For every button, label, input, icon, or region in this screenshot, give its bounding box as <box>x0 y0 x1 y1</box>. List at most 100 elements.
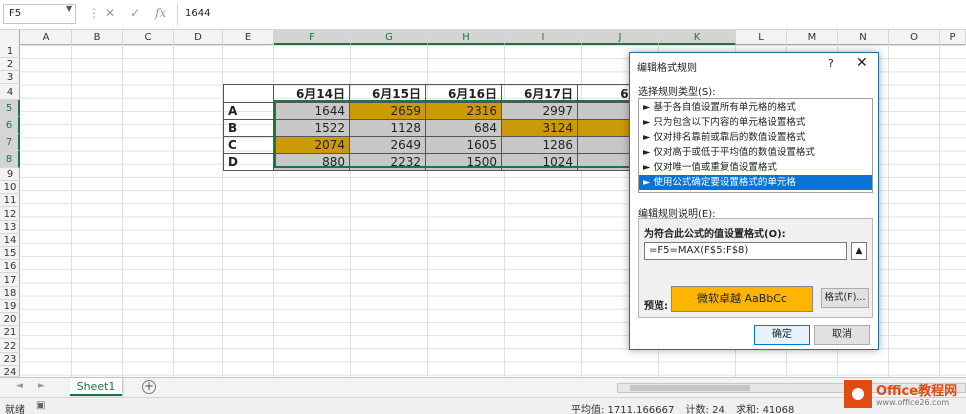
column-header-d[interactable]: D <box>174 30 223 45</box>
collapse-dialog-icon[interactable]: ▲ <box>851 242 867 260</box>
row-header[interactable]: 15 <box>0 247 20 261</box>
table-header-cell[interactable]: 6月16日 <box>425 84 502 103</box>
office-logo-icon <box>844 380 872 408</box>
row-header[interactable]: 23 <box>0 353 20 366</box>
scrollbar-thumb[interactable] <box>630 385 750 391</box>
dialog-title: 编辑格式规则 <box>637 63 697 74</box>
row-header[interactable]: 22 <box>0 340 20 353</box>
column-header-j[interactable]: J <box>582 30 659 45</box>
table-cell[interactable]: 1605 <box>425 136 502 154</box>
row-label[interactable]: B <box>223 119 274 137</box>
table-row: A 1644 2659 2316 2997 <box>223 102 654 120</box>
row-header[interactable]: 19 <box>0 300 20 313</box>
cancel-icon[interactable]: ✕ <box>105 6 115 20</box>
row-header[interactable]: 6 <box>0 117 20 134</box>
column-header-h[interactable]: H <box>428 30 505 45</box>
rule-type-item-selected[interactable]: ► 使用公式确定要设置格式的单元格 <box>639 175 872 190</box>
table-cell[interactable]: 1128 <box>349 119 426 137</box>
rule-type-item[interactable]: ► 只为包含以下内容的单元格设置格式 <box>639 115 872 130</box>
add-sheet-button[interactable]: + <box>142 380 156 394</box>
macro-record-icon[interactable]: ▣ <box>36 400 45 411</box>
column-header-l[interactable]: L <box>736 30 787 45</box>
row-header[interactable]: 20 <box>0 313 20 327</box>
table-cell[interactable]: 2074 <box>273 136 350 154</box>
row-header[interactable]: 3 <box>0 71 20 85</box>
row-header[interactable]: 24 <box>0 366 20 378</box>
column-header-m[interactable]: M <box>787 30 838 45</box>
column-header-e[interactable]: E <box>223 30 274 45</box>
table-cell[interactable]: 880 <box>273 153 350 171</box>
rule-type-item[interactable]: ► 基于各自值设置所有单元格的格式 <box>639 100 872 115</box>
table-cell[interactable]: 1286 <box>501 136 578 154</box>
row-header[interactable]: 12 <box>0 208 20 221</box>
column-header-a[interactable]: A <box>21 30 72 45</box>
select-all-corner[interactable] <box>0 30 20 45</box>
row-header[interactable]: 17 <box>0 274 20 287</box>
row-header[interactable]: 2 <box>0 58 20 72</box>
row-header[interactable]: 11 <box>0 194 20 208</box>
table-cell[interactable]: 2316 <box>425 102 502 120</box>
format-button[interactable]: 格式(F)... <box>821 288 869 308</box>
row-header[interactable]: 14 <box>0 234 20 247</box>
rule-type-list[interactable]: ► 基于各自值设置所有单元格的格式 ► 只为包含以下内容的单元格设置格式 ► 仅… <box>638 98 873 193</box>
rule-formula-input[interactable]: =F5=MAX(F$5:F$8) <box>644 242 847 260</box>
column-header-o[interactable]: O <box>889 30 940 45</box>
column-header-n[interactable]: N <box>838 30 889 45</box>
table-cell[interactable]: 2659 <box>349 102 426 120</box>
insert-function-icon[interactable]: fx <box>155 6 166 20</box>
rule-type-item[interactable]: ► 仅对高于或低于平均值的数值设置格式 <box>639 145 872 160</box>
row-header[interactable]: 13 <box>0 221 20 234</box>
chevron-down-icon[interactable]: ▼ <box>66 4 72 13</box>
table-cell[interactable]: 2232 <box>349 153 426 171</box>
table-cell[interactable]: 1500 <box>425 153 502 171</box>
close-icon[interactable]: ✕ <box>856 55 868 71</box>
column-header-c[interactable]: C <box>123 30 174 45</box>
table-cell[interactable]: 1024 <box>501 153 578 171</box>
row-label[interactable]: A <box>223 102 274 120</box>
table-header-cell[interactable]: 6月17日 <box>501 84 578 103</box>
column-header-f[interactable]: F <box>274 30 351 45</box>
row-header[interactable]: 21 <box>0 326 20 340</box>
help-icon[interactable]: ? <box>828 57 834 70</box>
row-header[interactable]: 16 <box>0 260 20 274</box>
table-cell[interactable]: 684 <box>425 119 502 137</box>
ok-button[interactable]: 确定 <box>754 325 810 345</box>
status-stats: 平均值: 1711.166667 计数: 24 求和: 41068 <box>571 401 802 414</box>
table-cell[interactable]: 1644 <box>273 102 350 120</box>
rule-type-item[interactable]: ► 仅对排名靠前或靠后的数值设置格式 <box>639 130 872 145</box>
status-sum: 求和: 41068 <box>736 405 795 414</box>
table-cell[interactable]: 3124 <box>501 119 578 137</box>
column-header-i[interactable]: I <box>505 30 582 45</box>
column-header-k[interactable]: K <box>659 30 736 45</box>
table-cell[interactable]: 2997 <box>501 102 578 120</box>
sheet-tab[interactable]: Sheet1 <box>70 378 122 396</box>
row-header[interactable]: 10 <box>0 181 20 195</box>
watermark-title: Office教程网 <box>876 384 958 399</box>
next-sheet-icon[interactable]: ► <box>38 381 45 391</box>
table-corner-cell[interactable] <box>223 84 274 103</box>
formula-bar: F5 ▼ ⋮ ✕ ✓ fx 1644 <box>0 0 966 30</box>
table-row: D 880 2232 1500 1024 <box>223 153 654 171</box>
table-cell[interactable]: 1522 <box>273 119 350 137</box>
table-header-cell[interactable]: 6月14日 <box>273 84 350 103</box>
row-label[interactable]: C <box>223 136 274 154</box>
table-cell[interactable]: 2649 <box>349 136 426 154</box>
column-header-p[interactable]: P <box>940 30 966 45</box>
row-header[interactable]: 9 <box>0 168 20 181</box>
rule-type-item[interactable]: ► 仅对唯一值或重复值设置格式 <box>639 160 872 175</box>
row-header[interactable]: 1 <box>0 45 20 58</box>
row-header[interactable]: 18 <box>0 287 20 300</box>
column-header-g[interactable]: G <box>351 30 428 45</box>
cancel-button[interactable]: 取消 <box>814 325 870 345</box>
formula-input[interactable]: 1644 <box>177 4 966 25</box>
row-header[interactable]: 8 <box>0 151 20 168</box>
row-header[interactable]: 4 <box>0 85 20 100</box>
enter-icon[interactable]: ✓ <box>130 6 140 20</box>
table-header-cell[interactable]: 6月15日 <box>349 84 426 103</box>
column-header-b[interactable]: B <box>72 30 123 45</box>
row-label[interactable]: D <box>223 153 274 171</box>
prev-sheet-icon[interactable]: ◄ <box>16 381 23 391</box>
watermark: Office教程网 www.office26.com <box>842 376 966 414</box>
row-header[interactable]: 7 <box>0 134 20 151</box>
row-header[interactable]: 5 <box>0 100 20 117</box>
